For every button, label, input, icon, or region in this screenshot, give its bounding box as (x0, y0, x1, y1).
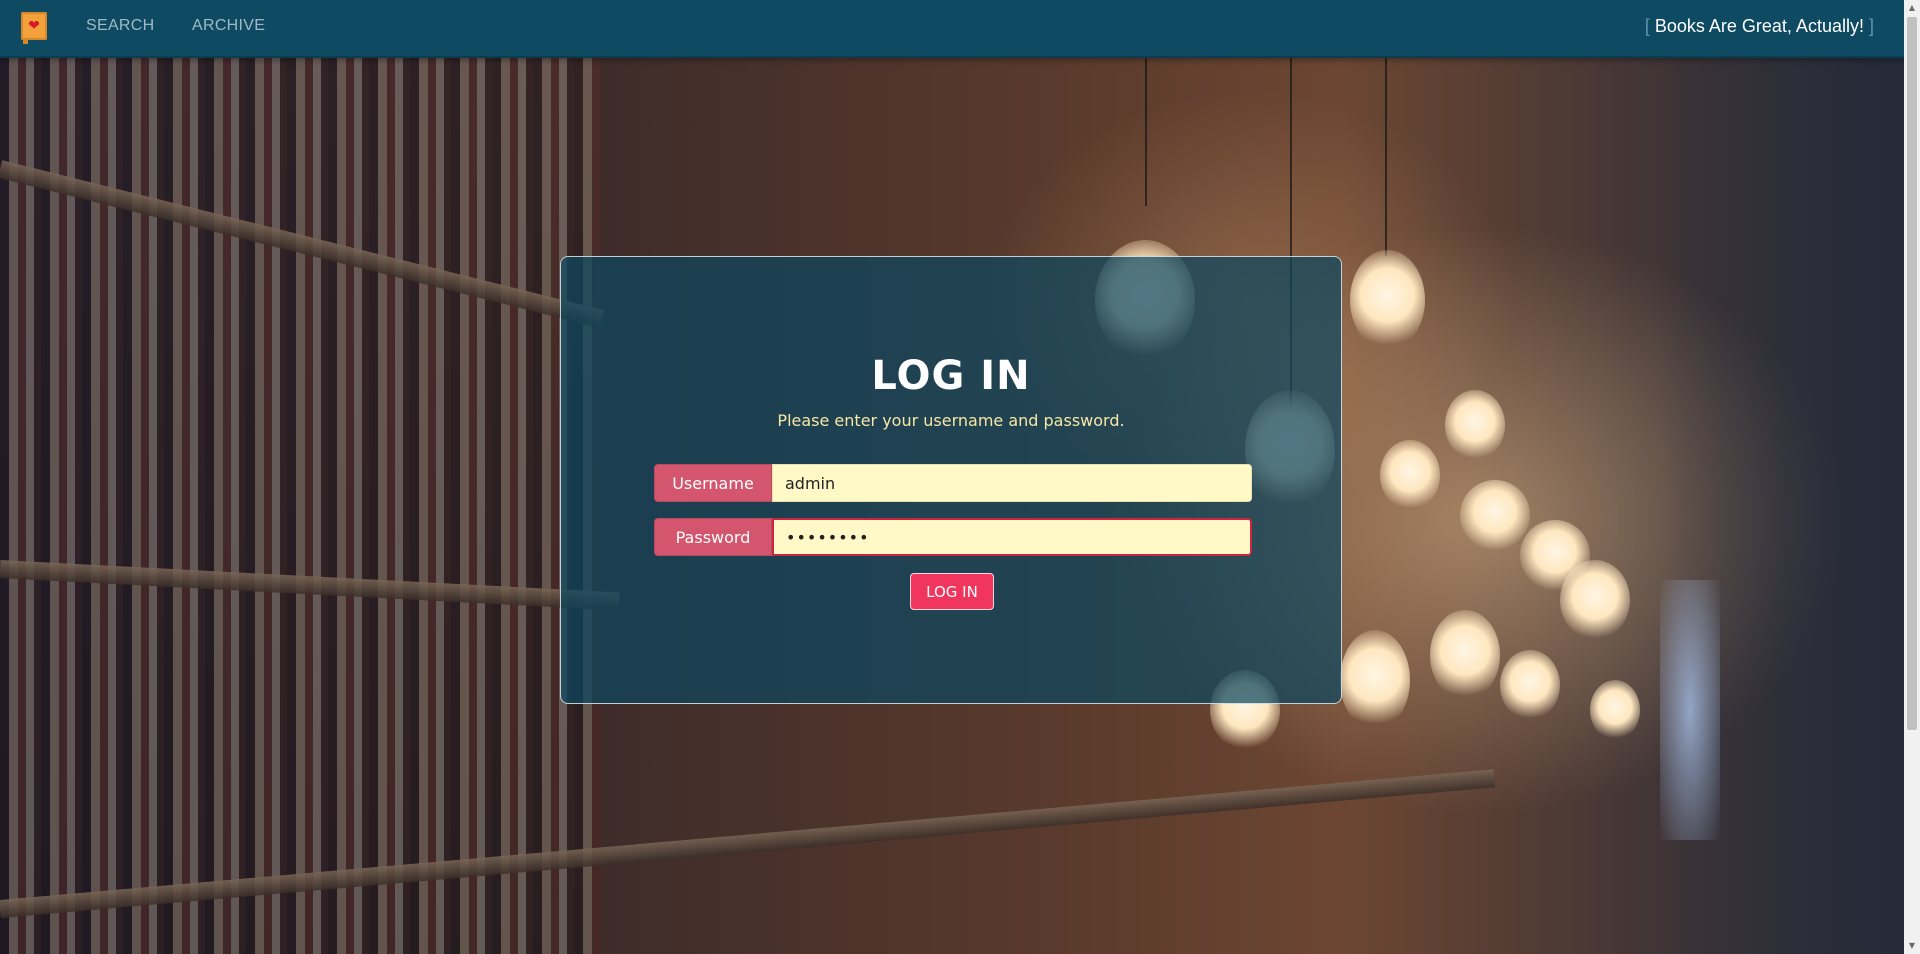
vertical-scrollbar[interactable]: ▲ ▼ (1904, 0, 1920, 954)
light-bulb (1340, 630, 1410, 730)
nav-link-search[interactable]: SEARCH (86, 17, 154, 35)
light-bulb (1350, 250, 1425, 350)
nav-link-archive[interactable]: ARCHIVE (192, 17, 265, 35)
page: ❤ SEARCH ARCHIVE [ Books Are Great, Actu… (0, 0, 1920, 954)
site-tagline: [ Books Are Great, Actually! ] (1645, 16, 1874, 37)
book-heart-logo-icon[interactable]: ❤ (21, 12, 47, 44)
lamp-cord (1145, 56, 1147, 206)
password-label: Password (654, 518, 772, 556)
top-navbar: ❤ SEARCH ARCHIVE [ Books Are Great, Actu… (0, 0, 1904, 58)
tagline-open-bracket: [ (1644, 16, 1650, 36)
light-bulb (1500, 650, 1560, 720)
window-glow (1660, 580, 1720, 840)
scrollbar-thumb[interactable] (1907, 17, 1917, 730)
tagline-close-bracket: ] (1868, 16, 1874, 36)
tagline-text: Books Are Great, Actually! (1654, 16, 1864, 36)
light-bulb (1590, 680, 1640, 740)
login-title: LOG IN (871, 353, 1031, 399)
username-input[interactable] (772, 464, 1252, 502)
light-bulb (1445, 390, 1505, 460)
password-row: Password (654, 518, 1252, 556)
scroll-up-arrow-icon[interactable]: ▲ (1904, 0, 1920, 16)
lamp-cord (1385, 56, 1387, 256)
login-card: LOG IN Please enter your username and pa… (560, 256, 1342, 704)
light-bulb (1560, 560, 1630, 640)
password-input[interactable] (772, 518, 1252, 556)
login-subtitle: Please enter your username and password. (777, 411, 1125, 430)
scroll-down-arrow-icon[interactable]: ▼ (1904, 938, 1920, 954)
username-label: Username (654, 464, 772, 502)
username-row: Username (654, 464, 1252, 502)
light-bulb (1460, 480, 1530, 550)
light-bulb (1380, 440, 1440, 510)
light-bulb (1430, 610, 1500, 700)
heart-icon: ❤ (28, 18, 40, 34)
login-submit-button[interactable]: LOG IN (910, 573, 994, 610)
